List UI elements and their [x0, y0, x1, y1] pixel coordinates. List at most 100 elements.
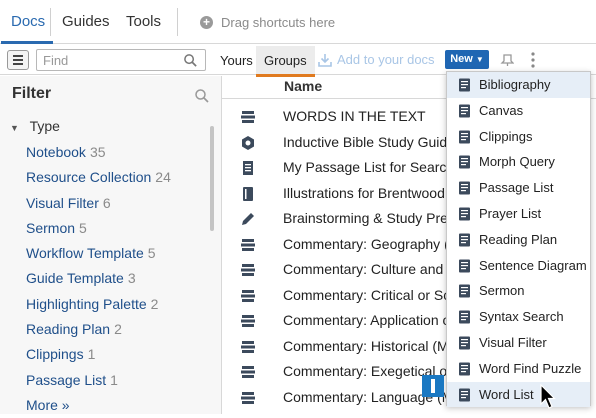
tab-divider: [50, 8, 51, 36]
groups-filter-button[interactable]: Groups: [256, 46, 315, 77]
filter-item-label: Notebook: [26, 144, 86, 160]
filter-item-notebook[interactable]: Notebook 35: [26, 140, 171, 165]
new-menu-item[interactable]: Clippings: [447, 124, 590, 150]
canvas-icon: [459, 104, 470, 118]
hamburger-menu-button[interactable]: [7, 50, 29, 70]
filter-item-count: 5: [147, 245, 156, 262]
filter-item-reading-plan[interactable]: Reading Plan 2: [26, 317, 171, 342]
new-menu-item[interactable]: Bibliography: [447, 72, 590, 98]
name-column-header[interactable]: Name: [284, 78, 322, 94]
filter-item-sermon[interactable]: Sermon 5: [26, 216, 171, 241]
stack-icon: [241, 111, 255, 123]
search-icon[interactable]: [183, 53, 198, 68]
new-menu-item-label: Morph Query: [479, 154, 555, 170]
filter-item-label: Guide Template: [26, 270, 124, 287]
syntax-search-icon: [459, 310, 470, 324]
tab-divider: [177, 8, 178, 36]
new-menu-item[interactable]: Canvas: [447, 98, 590, 124]
find-input[interactable]: [36, 49, 206, 71]
stack-icon: [241, 340, 255, 353]
document-title: Commentary: Historical (MF: [283, 337, 458, 354]
new-menu-item-label: Bibliography: [479, 77, 551, 92]
filter-item-count: 1: [110, 371, 118, 388]
stack-icon: [241, 366, 255, 378]
filter-item-label: Workflow Template: [26, 245, 144, 262]
document-title: WORDS IN THE TEXT: [283, 108, 426, 124]
new-menu-item[interactable]: Word List: [447, 381, 590, 408]
document-title: Commentary: Critical or Sch: [283, 286, 459, 303]
tab-guides[interactable]: Guides: [62, 0, 110, 44]
new-menu-item-label: Prayer List: [479, 205, 542, 221]
new-document-button[interactable]: New ▼: [445, 50, 489, 69]
more-options-icon[interactable]: [529, 51, 537, 69]
filter-item-label: Sermon: [26, 219, 76, 236]
filter-item-guide-template[interactable]: Guide Template 3: [26, 266, 171, 291]
filter-item-label: Resource Collection: [26, 169, 152, 186]
filter-item-count: 2: [150, 295, 159, 312]
shortcut-drop-zone[interactable]: + Drag shortcuts here: [200, 15, 335, 30]
filter-item-count: 35: [89, 144, 106, 160]
sentence-diagram-icon: [459, 259, 470, 273]
stack-icon: [241, 238, 255, 251]
stack-icon: [241, 391, 255, 404]
filter-item-count: 1: [87, 346, 96, 363]
filter-item-label: Visual Filter: [26, 194, 99, 211]
new-menu-item[interactable]: Syntax Search: [447, 304, 590, 330]
filter-pane: Filter ▼ Type Notebook 35 Resource Collec…: [0, 76, 222, 414]
filter-item-passage-list[interactable]: Passage List 1: [26, 368, 171, 393]
filter-scrollbar[interactable]: [210, 126, 214, 231]
new-menu-item[interactable]: Prayer List: [447, 201, 590, 227]
add-to-docs-button[interactable]: Add to your docs: [318, 52, 435, 67]
filter-item-visual-filter[interactable]: Visual Filter 6: [26, 191, 171, 216]
filter-item-label: Highlighting Palette: [26, 295, 147, 312]
new-menu-item[interactable]: Reading Plan: [447, 227, 590, 253]
new-menu-item[interactable]: Sermon: [447, 278, 590, 304]
filter-item-workflow-template[interactable]: Workflow Template 5: [26, 241, 171, 266]
stack-icon: [241, 264, 255, 276]
new-menu-item-label: Canvas: [479, 102, 524, 118]
new-button-label: New: [450, 53, 473, 65]
document-title: Commentary: Application o: [283, 312, 451, 328]
type-filter-list: Notebook 35 Resource Collection 24 Visual …: [26, 140, 171, 418]
notebook-icon: [243, 186, 253, 201]
filter-item-count: 3: [127, 270, 136, 287]
filter-item-count: 5: [79, 219, 87, 236]
new-menu-item[interactable]: Sentence Diagram: [447, 253, 590, 279]
morph-query-icon: [459, 155, 470, 169]
new-menu-item[interactable]: Morph Query: [447, 149, 590, 175]
filter-title: Filter: [12, 85, 52, 102]
filter-item-count: 24: [155, 169, 171, 186]
filter-item-clippings[interactable]: Clippings 1: [26, 342, 171, 367]
new-menu-item-label: Word Find Puzzle: [479, 360, 582, 376]
prayer-list-icon: [459, 207, 470, 221]
new-menu-item-label: Sermon: [479, 283, 525, 299]
type-heading-label: Type: [29, 118, 60, 134]
caret-down-icon: ▼: [475, 55, 484, 64]
new-menu-item[interactable]: Passage List: [447, 175, 590, 201]
filter-item-label: Passage List: [26, 371, 107, 388]
shortcut-hint: Drag shortcuts here: [221, 15, 336, 30]
filter-item-count: 2: [114, 321, 122, 338]
new-menu-item[interactable]: Word Find Puzzle: [447, 356, 590, 382]
filter-item-count: 6: [102, 194, 111, 211]
add-to-docs-label: Add to your docs: [337, 52, 435, 67]
tab-docs[interactable]: Docs: [0, 0, 54, 44]
plus-circle-icon: +: [200, 16, 213, 29]
filter-more-link[interactable]: More »: [26, 393, 171, 418]
pin-icon[interactable]: [500, 53, 514, 67]
filter-item-label: Clippings: [26, 346, 84, 363]
type-filter-heading[interactable]: ▼ Type: [10, 118, 60, 134]
filter-item-resource-collection[interactable]: Resource Collection 24: [26, 165, 171, 190]
top-tab-bar: Docs Guides Tools + Drag shortcuts here: [0, 0, 596, 44]
new-menu-item[interactable]: Visual Filter: [447, 330, 590, 356]
filter-item-highlighting-palette[interactable]: Highlighting Palette 2: [26, 292, 171, 317]
new-menu-item-label: Sentence Diagram: [479, 257, 587, 273]
clippings-icon: [459, 130, 470, 144]
new-menu-item-label: Word List: [479, 386, 534, 402]
reading-plan-icon: [459, 233, 470, 247]
document-title: Brainstorming & Study Prep: [283, 210, 456, 226]
word-find-puzzle-icon: [459, 362, 470, 376]
yours-filter-button[interactable]: Yours: [212, 46, 261, 75]
tab-tools[interactable]: Tools: [126, 0, 161, 44]
search-icon[interactable]: [194, 88, 210, 104]
